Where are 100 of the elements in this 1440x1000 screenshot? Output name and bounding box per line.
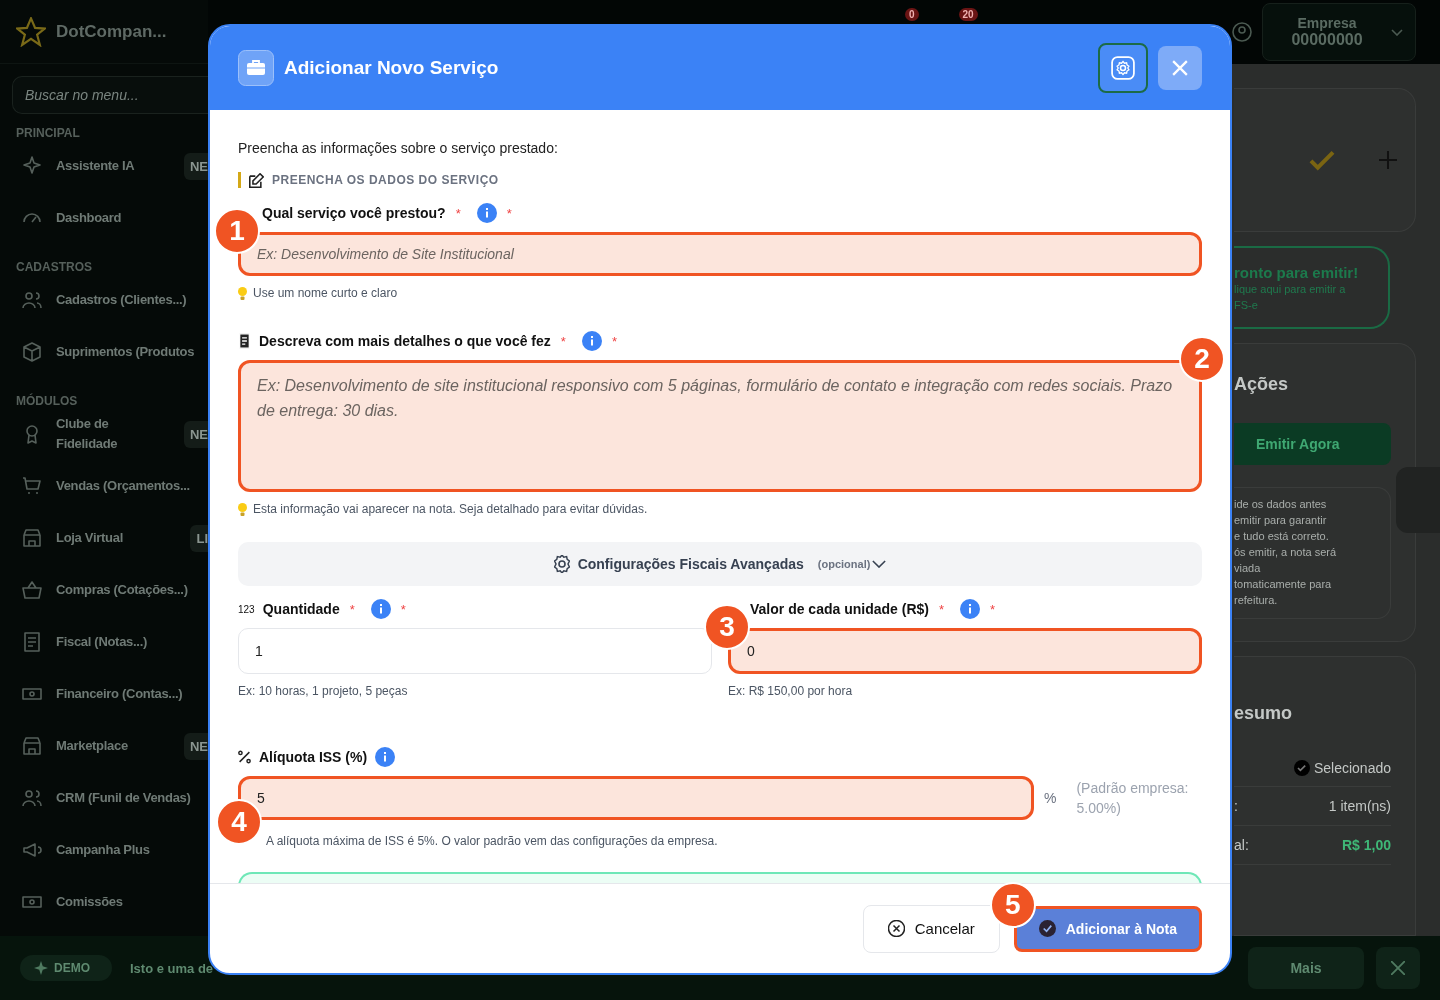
star-logo-icon xyxy=(16,16,46,47)
summary-label: : xyxy=(1234,798,1238,814)
hint-text: Esta informação vai aparecer na nota. Seja detalhado para evitar dúvidas. xyxy=(253,502,648,516)
summary-value: 1 item(ns) xyxy=(1328,798,1391,814)
close-button[interactable] xyxy=(1376,947,1420,989)
sidebar-item[interactable]: Dashboard xyxy=(0,196,208,240)
plus-icon xyxy=(1379,151,1397,169)
notes-icon xyxy=(238,333,251,349)
user-icon xyxy=(1232,22,1252,42)
required-mark: * xyxy=(938,601,944,617)
sidebar-item[interactable]: Assistente IA NE xyxy=(0,144,208,188)
receipt-icon xyxy=(22,632,42,652)
sidebar-item[interactable]: CRM (Funil de Vendas) xyxy=(0,776,208,820)
ready-card[interactable]: ronto para emitir! lique aqui para emitir a FS-e xyxy=(1234,246,1390,329)
field-label: Alíquota ISS (%) xyxy=(259,749,368,765)
sidebar-item[interactable]: Campanha Plus xyxy=(0,828,208,872)
field-label: Quantidade xyxy=(262,601,340,617)
sidebar-item[interactable]: Fiscal (Notas...) xyxy=(0,620,208,664)
hint-text: A alíquota máxima de ISS é 5%. O valor padrão vem das configurações da empresa. xyxy=(266,834,718,848)
emit-button[interactable]: Emitir Agora xyxy=(1234,423,1391,465)
field-label: Descreva com mais detalhes o que você fez xyxy=(259,333,551,349)
percent-icon xyxy=(238,749,251,765)
new-badge: NE xyxy=(183,152,208,180)
store-icon xyxy=(22,528,42,548)
section-title: PRINCIPAL xyxy=(15,125,81,142)
store-icon xyxy=(22,736,42,756)
demo-badge: DEMO xyxy=(20,955,112,981)
number-icon: 123 xyxy=(238,603,255,615)
new-badge: NE xyxy=(183,420,208,448)
info-icon[interactable] xyxy=(581,331,602,351)
summary-label: al: xyxy=(1234,837,1249,853)
box-icon xyxy=(22,342,42,362)
menu-search-field[interactable]: Buscar no menu... xyxy=(12,76,208,114)
advanced-settings-toggle[interactable]: Configurações Fiscais Avançadas (opcional) xyxy=(238,542,1202,586)
section-heading: PREENCHA OS DADOS DO SERVIÇO xyxy=(272,173,499,187)
status-text: Selecionado xyxy=(1313,760,1391,776)
demo-message: Isto e uma de xyxy=(130,960,214,976)
info-icon[interactable] xyxy=(476,203,497,223)
settings-button[interactable] xyxy=(1098,43,1148,93)
required-mark: * xyxy=(611,333,617,349)
summary-value: R$ 1,00 xyxy=(1341,837,1391,853)
new-badge: LI xyxy=(190,524,208,552)
sidebar-item[interactable]: Clube de Fidelidade NE xyxy=(0,412,208,456)
sidebar-item[interactable]: Marketplace NE xyxy=(0,724,208,768)
close-icon xyxy=(1172,60,1188,76)
info-icon[interactable] xyxy=(370,599,391,619)
required-mark: * xyxy=(990,601,996,617)
card-title: Ações xyxy=(1234,374,1290,395)
sidebar-item[interactable]: Compras (Cotações...) xyxy=(0,568,208,612)
info-icon[interactable] xyxy=(960,599,980,619)
step-marker: 2 xyxy=(1179,336,1225,382)
hint-text: Ex: R$ 150,00 por hora xyxy=(728,684,853,698)
notification-count: 0 xyxy=(905,8,919,21)
megaphone-icon xyxy=(22,840,42,860)
number-field[interactable]: 1 xyxy=(238,628,712,674)
default-note: (Padrão empresa: 5.00%) xyxy=(1076,779,1190,818)
field-label: Qual serviço você prestou? xyxy=(262,205,446,221)
gear-icon xyxy=(553,555,570,573)
more-button[interactable]: Mais xyxy=(1248,947,1364,989)
check-circle-icon xyxy=(1038,920,1056,937)
required-mark: * xyxy=(349,601,355,617)
info-text: ide os dados antes emitir para garantir e tudo está correto. ós emitir, a nota será viada tomaticamente para refeitura. xyxy=(1234,487,1391,619)
required-mark: * xyxy=(400,601,406,617)
intro-text: Preencha as informações sobre o serviço prestado: xyxy=(238,139,559,158)
cancel-button[interactable]: Cancelar xyxy=(862,904,1000,953)
sidebar-item[interactable]: Suprimentos (Produtos xyxy=(0,330,208,374)
required-mark: * xyxy=(560,333,566,349)
hint-text: Use um nome curto e claro xyxy=(253,286,398,300)
briefcase-icon xyxy=(238,50,274,86)
basket-icon xyxy=(22,580,42,600)
required-mark: * xyxy=(506,205,512,221)
sidebar-item[interactable]: Comissões xyxy=(0,880,208,924)
sparkle-icon xyxy=(22,156,42,176)
account-switcher[interactable]: Empresa 00000000 xyxy=(1262,3,1416,61)
cart-icon xyxy=(22,476,42,496)
section-title: MÓDULOS xyxy=(15,392,79,410)
sidebar-item[interactable]: Vendas (Orçamentos... xyxy=(0,464,208,508)
card-title: esumo xyxy=(1234,703,1294,724)
sidebar-item[interactable]: Financeiro (Contas...) xyxy=(0,672,208,716)
required-mark: * xyxy=(455,205,461,221)
modal-title: Adicionar Novo Serviço xyxy=(284,57,499,79)
new-badge: NE xyxy=(183,732,208,760)
settings-icon xyxy=(1111,56,1135,80)
notification-count: 20 xyxy=(958,8,978,21)
close-button[interactable] xyxy=(1158,46,1202,90)
check-circle-icon xyxy=(1293,760,1310,776)
sparkle-icon xyxy=(34,961,48,975)
sidebar-item[interactable]: Cadastros (Clientes...) xyxy=(0,278,208,322)
chevron-down-icon xyxy=(1391,28,1403,36)
app-name: DotCompan... xyxy=(56,21,167,42)
edit-icon xyxy=(249,172,264,188)
close-icon xyxy=(1391,961,1405,975)
users-icon xyxy=(22,788,42,808)
info-icon[interactable] xyxy=(375,747,396,767)
section-title: CADASTROS xyxy=(15,259,93,276)
hint-text: Ex: 10 horas, 1 projeto, 5 peças xyxy=(238,684,408,698)
users-icon xyxy=(22,290,42,310)
unit-label: % xyxy=(1044,790,1057,806)
field-label: Valor de cada unidade (R$) xyxy=(750,601,929,617)
sidebar-item[interactable]: Loja Virtual LI xyxy=(0,516,208,560)
